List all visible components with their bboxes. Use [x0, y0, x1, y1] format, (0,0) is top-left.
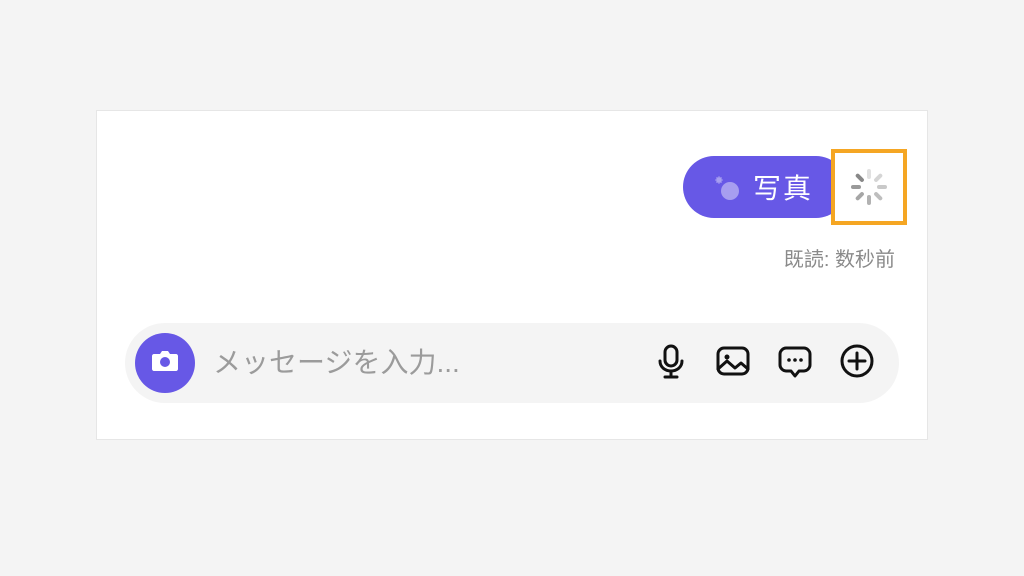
voice-button[interactable]	[649, 341, 693, 385]
plus-circle-icon	[837, 341, 877, 386]
sparkle-camera-icon	[711, 171, 743, 203]
message-row: 写真	[683, 149, 907, 225]
camera-icon	[149, 345, 181, 382]
loading-spinner-icon	[851, 169, 887, 205]
read-status-text: 既読: 数秒前	[784, 243, 895, 272]
add-button[interactable]	[835, 341, 879, 385]
photo-message-pill[interactable]: 写真	[683, 156, 847, 218]
message-area: 写真 既読: 数秒前	[683, 149, 907, 272]
message-input[interactable]	[213, 347, 631, 379]
chat-card: 写真 既読: 数秒前	[96, 110, 928, 440]
camera-button[interactable]	[135, 333, 195, 393]
loading-indicator-box	[831, 149, 907, 225]
image-icon	[713, 341, 753, 386]
microphone-icon	[651, 341, 691, 386]
message-input-bar	[125, 323, 899, 403]
gallery-button[interactable]	[711, 341, 755, 385]
photo-pill-label: 写真	[753, 167, 813, 207]
chat-bubble-icon	[775, 341, 815, 386]
chat-options-button[interactable]	[773, 341, 817, 385]
